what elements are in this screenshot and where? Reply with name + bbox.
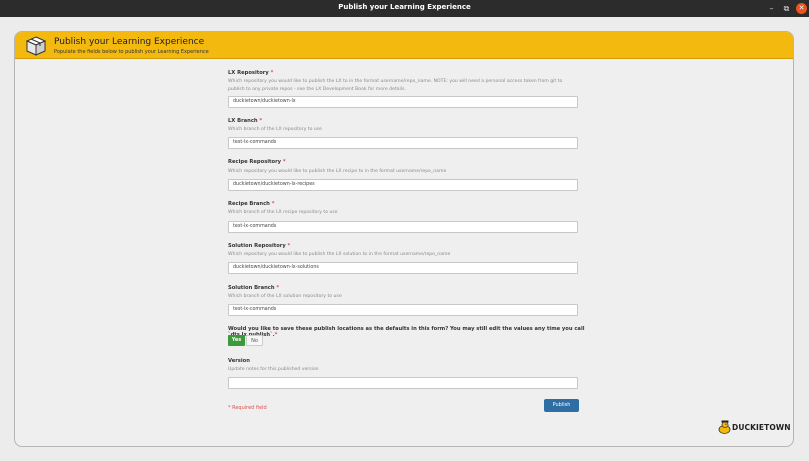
recipe-repository-help: Which repository you would like to publi… [228, 169, 447, 174]
recipe-branch-label: Recipe Branch * [228, 201, 275, 207]
solution-branch-input[interactable]: test-lx-commands [228, 304, 578, 316]
no-button[interactable]: No [246, 335, 263, 346]
window-titlebar: Publish your Learning Experience – ⧉ ✕ [0, 0, 809, 17]
lx-branch-help: Which branch of the LX repository to use [228, 127, 323, 132]
close-icon[interactable]: ✕ [796, 3, 807, 14]
version-help: Update notes for this published version [228, 367, 319, 372]
recipe-branch-help: Which branch of the LX recipe repository… [228, 210, 338, 215]
card-header: Publish your Learning Experience Populat… [15, 32, 793, 59]
brand-name: DUCKIETOWN [732, 423, 791, 432]
package-icon [25, 36, 47, 56]
version-label: Version [228, 358, 250, 364]
recipe-repository-label: Recipe Repository * [228, 159, 286, 165]
solution-repository-label: Solution Repository * [228, 243, 291, 249]
version-input[interactable] [228, 377, 578, 389]
recipe-repository-input[interactable]: duckietown/duckietown-lx-recipes [228, 179, 578, 191]
window-title: Publish your Learning Experience [338, 3, 471, 11]
lx-repository-label: LX Repository * [228, 70, 274, 76]
lx-branch-label: LX Branch * [228, 118, 263, 124]
required-field-note: * Required field [228, 405, 267, 411]
minimize-icon[interactable]: – [766, 3, 777, 14]
page-title: Publish your Learning Experience [54, 37, 205, 47]
solution-branch-label: Solution Branch * [228, 285, 280, 291]
publish-button[interactable]: Publish [544, 399, 579, 412]
duck-icon [718, 420, 731, 434]
solution-branch-help: Which branch of the LX solution reposito… [228, 294, 342, 299]
lx-repository-help: Which repository you would like to publi… [228, 79, 563, 92]
save-defaults-label: Would you like to save these publish loc… [228, 326, 585, 338]
lx-repository-input[interactable]: duckietown/duckietown-lx [228, 96, 578, 108]
lx-branch-input[interactable]: test-lx-commands [228, 137, 578, 149]
maximize-icon[interactable]: ⧉ [781, 3, 792, 14]
solution-repository-help: Which repository you would like to publi… [228, 252, 451, 257]
yes-button[interactable]: Yes [228, 335, 245, 346]
recipe-branch-input[interactable]: test-lx-commands [228, 221, 578, 233]
solution-repository-input[interactable]: duckietown/duckietown-lx-solutions [228, 262, 578, 274]
page-subtitle: Populate the fields below to publish you… [54, 49, 209, 55]
